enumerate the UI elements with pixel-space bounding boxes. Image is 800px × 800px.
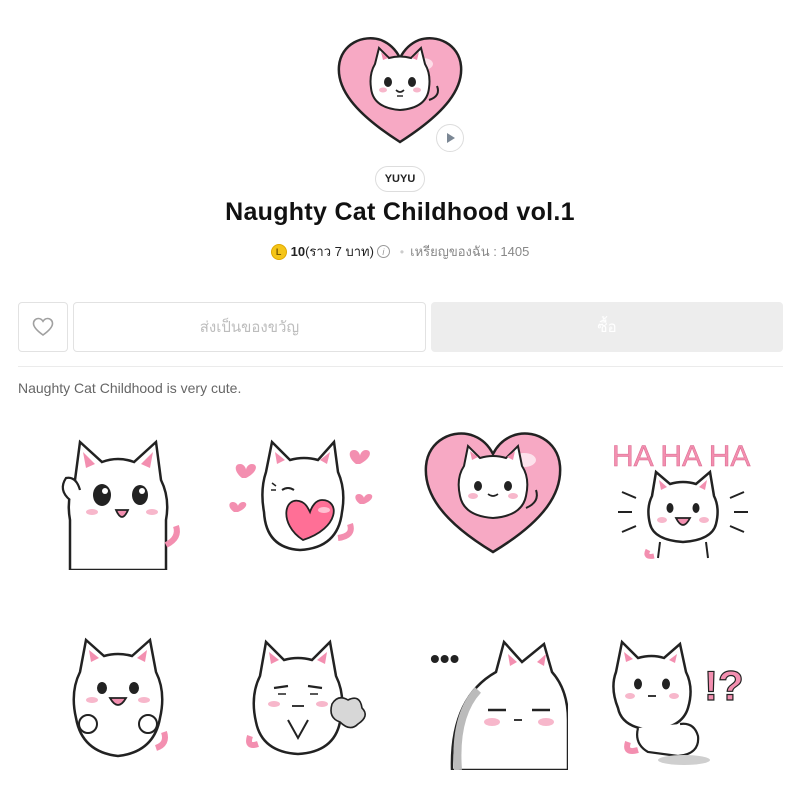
sticker-cat-cheering[interactable] [40, 620, 190, 770]
send-as-gift-button[interactable]: ส่งเป็นของขวัญ [73, 302, 426, 352]
author-badge[interactable]: YUYU [375, 166, 425, 192]
info-icon[interactable]: i [376, 245, 390, 258]
price-approx: (ราว 7 บาท) [305, 244, 374, 259]
divider [18, 366, 783, 367]
price-row: L 10 (ราว 7 บาท) i • เหรียญของฉัน : 1405 [0, 241, 800, 262]
sticker-cat-in-heart[interactable] [418, 420, 568, 570]
sticker-image [72, 637, 168, 758]
sticker-caption: !? [704, 662, 744, 709]
heart-outline-icon [32, 317, 54, 336]
sticker-caption: ••• [430, 643, 459, 674]
play-icon [447, 133, 455, 143]
sticker-image: ••• [430, 639, 570, 772]
package-description: Naughty Cat Childhood is very cute. [18, 380, 242, 396]
play-preview-button[interactable] [436, 124, 464, 152]
package-title: Naughty Cat Childhood vol.1 [225, 198, 575, 226]
separator-dot: • [399, 244, 405, 259]
sticker-cat-confused[interactable]: !? [608, 620, 758, 770]
sticker-caption: HA HA HA [612, 440, 750, 473]
sticker-image [229, 439, 373, 552]
sticker-image: !? [612, 639, 744, 765]
sticker-cat-peeking[interactable]: ••• [418, 620, 570, 772]
sticker-cat-waving[interactable] [40, 420, 190, 572]
sticker-cat-laughing[interactable]: HA HA HA [608, 420, 758, 570]
sticker-cat-hugging-heart[interactable] [228, 420, 378, 570]
buy-button[interactable]: ซื้อ [431, 302, 783, 352]
coin-icon: L [270, 243, 287, 260]
wishlist-button[interactable] [18, 302, 68, 352]
sticker-image [424, 432, 562, 554]
sticker-image: HA HA HA [612, 440, 751, 559]
sticker-image [61, 439, 180, 572]
sticker-image [246, 639, 366, 756]
sticker-cat-sighing[interactable] [228, 620, 378, 770]
price-amount: 10 [290, 244, 306, 259]
coin-balance: เหรียญของฉัน : 1405 [410, 244, 530, 259]
